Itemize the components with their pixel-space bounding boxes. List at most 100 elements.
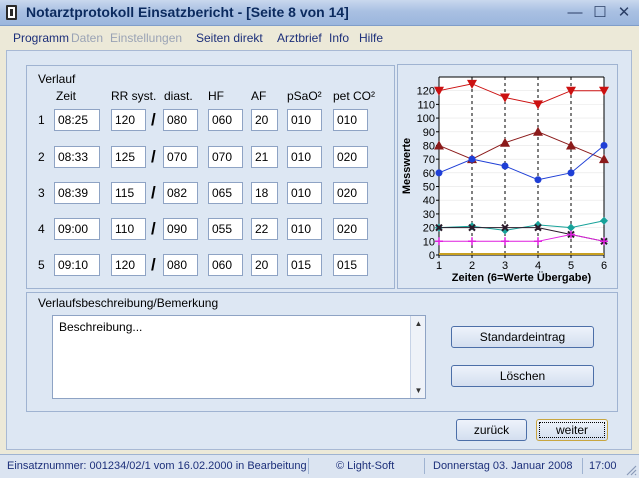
description-textarea[interactable]: Beschreibung... xyxy=(52,315,426,399)
header-psao2: pSaO² xyxy=(287,89,322,103)
data-point xyxy=(501,162,509,170)
field-diast[interactable]: 082 xyxy=(163,182,198,204)
field-syst[interactable]: 120 xyxy=(111,109,146,131)
description-scrollbar[interactable]: ▲ ▼ xyxy=(410,316,425,398)
menu-bar: Programm Daten Einstellungen Seiten dire… xyxy=(0,27,639,49)
y-tick-label: 20 xyxy=(423,223,435,235)
app-document-icon xyxy=(6,5,17,20)
field-zeit[interactable]: 08:25 xyxy=(54,109,100,131)
row-number: 5 xyxy=(38,258,45,272)
status-bar: Einsatznummer: 001234/02/1 vom 16.02.200… xyxy=(0,454,639,478)
header-rr-syst: RR syst. xyxy=(111,89,157,103)
field-af[interactable]: 18 xyxy=(251,182,278,204)
row-number: 2 xyxy=(38,150,45,164)
field-syst[interactable]: 125 xyxy=(111,146,146,168)
field-petco2[interactable]: 020 xyxy=(333,218,368,240)
field-af[interactable]: 22 xyxy=(251,218,278,240)
menu-einstellungen[interactable]: Einstellungen xyxy=(110,31,182,45)
menu-arztbrief[interactable]: Arztbrief xyxy=(277,31,322,45)
field-petco2[interactable]: 010 xyxy=(333,109,368,131)
y-tick-label: 120 xyxy=(417,86,435,98)
field-psao2[interactable]: 010 xyxy=(287,109,322,131)
data-point xyxy=(567,169,575,177)
minimize-button[interactable]: — xyxy=(564,3,586,23)
menu-programm[interactable]: Programm xyxy=(13,31,69,45)
status-copyright: © Light-Soft xyxy=(336,460,395,472)
y-axis-label: Messwerte xyxy=(401,138,413,194)
menu-seiten-direkt[interactable]: Seiten direkt xyxy=(196,31,263,45)
header-diast: diast. xyxy=(164,89,193,103)
field-af[interactable]: 20 xyxy=(251,109,278,131)
y-tick-label: 90 xyxy=(423,127,435,139)
description-title: Verlaufsbeschreibung/Bemerkung xyxy=(38,296,219,310)
field-hf[interactable]: 060 xyxy=(208,254,243,276)
y-tick-label: 30 xyxy=(423,209,435,221)
field-hf[interactable]: 070 xyxy=(208,146,243,168)
field-diast[interactable]: 080 xyxy=(163,254,198,276)
y-tick-label: 70 xyxy=(423,154,435,166)
loeschen-button[interactable]: Löschen xyxy=(451,365,594,387)
scroll-down-icon[interactable]: ▼ xyxy=(411,383,426,398)
row-number: 4 xyxy=(38,222,45,236)
bp-separator: / xyxy=(151,255,156,274)
field-psao2[interactable]: 010 xyxy=(287,218,322,240)
menu-info[interactable]: Info xyxy=(329,31,349,45)
verlauf-title: Verlauf xyxy=(38,72,76,86)
status-divider xyxy=(424,458,425,474)
field-syst[interactable]: 120 xyxy=(111,254,146,276)
y-tick-label: 40 xyxy=(423,195,435,207)
menu-daten[interactable]: Daten xyxy=(71,31,103,45)
field-psao2[interactable]: 015 xyxy=(287,254,322,276)
field-syst[interactable]: 110 xyxy=(111,218,146,240)
close-button[interactable]: ✕ xyxy=(613,3,635,23)
field-diast[interactable]: 080 xyxy=(163,109,198,131)
field-diast[interactable]: 090 xyxy=(163,218,198,240)
x-tick-label: 1 xyxy=(436,260,442,272)
field-af[interactable]: 21 xyxy=(251,146,278,168)
y-tick-label: 80 xyxy=(423,140,435,152)
next-button[interactable]: weiter xyxy=(536,419,608,441)
field-petco2[interactable]: 015 xyxy=(333,254,368,276)
field-hf[interactable]: 055 xyxy=(208,218,243,240)
menu-hilfe[interactable]: Hilfe xyxy=(359,31,383,45)
header-hf: HF xyxy=(208,89,224,103)
field-zeit[interactable]: 09:10 xyxy=(54,254,100,276)
field-zeit[interactable]: 09:00 xyxy=(54,218,100,240)
field-petco2[interactable]: 020 xyxy=(333,182,368,204)
field-zeit[interactable]: 08:33 xyxy=(54,146,100,168)
x-tick-label: 6 xyxy=(601,260,607,272)
field-zeit[interactable]: 08:39 xyxy=(54,182,100,204)
status-einsatznummer: Einsatznummer: 001234/02/1 vom 16.02.200… xyxy=(7,460,307,472)
resize-grip-icon[interactable] xyxy=(625,464,637,476)
x-tick-label: 2 xyxy=(469,260,475,272)
header-af: AF xyxy=(251,89,267,103)
scroll-up-icon[interactable]: ▲ xyxy=(411,316,426,331)
back-button[interactable]: zurück xyxy=(456,419,527,441)
status-date: Donnerstag 03. Januar 2008 xyxy=(433,460,573,472)
field-hf[interactable]: 060 xyxy=(208,109,243,131)
bp-separator: / xyxy=(151,219,156,238)
data-point xyxy=(534,176,542,184)
maximize-button[interactable]: ☐ xyxy=(589,3,611,23)
field-petco2[interactable]: 020 xyxy=(333,146,368,168)
field-hf[interactable]: 065 xyxy=(208,182,243,204)
vitals-line-chart: 01020304050607080901001101201 2 3 4 5 6Messwe… xyxy=(401,76,609,284)
y-tick-label: 110 xyxy=(417,99,435,111)
row-number: 3 xyxy=(38,186,45,200)
field-psao2[interactable]: 010 xyxy=(287,182,322,204)
standardeintrag-button[interactable]: Standardeintrag xyxy=(451,326,594,348)
field-psao2[interactable]: 010 xyxy=(287,146,322,168)
y-tick-label: 50 xyxy=(423,182,435,194)
bp-separator: / xyxy=(151,147,156,166)
field-syst[interactable]: 115 xyxy=(111,182,146,204)
y-tick-label: 0 xyxy=(429,250,435,262)
data-point xyxy=(600,141,608,149)
title-bar[interactable]: Notarztprotokoll Einsatzbericht - [Seite… xyxy=(0,0,639,26)
x-tick-label: 4 xyxy=(535,260,541,272)
y-tick-label: 60 xyxy=(423,168,435,180)
header-zeit: Zeit xyxy=(56,89,77,103)
window-title: Notarztprotokoll Einsatzbericht - [Seite… xyxy=(26,4,349,20)
field-af[interactable]: 20 xyxy=(251,254,278,276)
field-diast[interactable]: 070 xyxy=(163,146,198,168)
status-divider xyxy=(582,458,583,474)
